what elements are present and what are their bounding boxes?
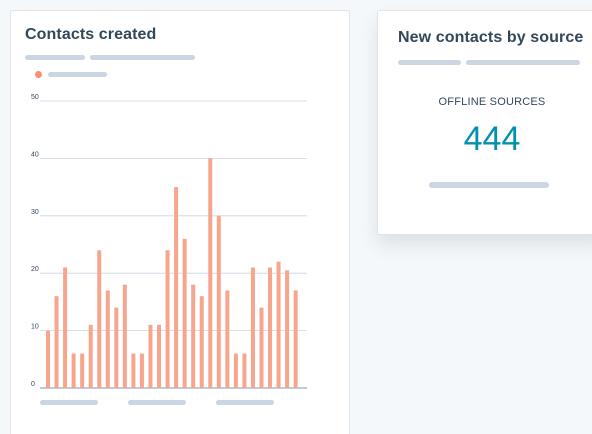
x-axis-label-placeholder <box>216 400 274 405</box>
bar[interactable] <box>131 353 136 388</box>
bar[interactable] <box>208 158 213 388</box>
bar[interactable] <box>165 250 170 388</box>
bar[interactable] <box>182 238 187 388</box>
y-tick-label: 30 <box>31 209 39 216</box>
bar[interactable] <box>54 296 59 388</box>
bar[interactable] <box>114 307 119 388</box>
bar[interactable] <box>276 261 281 388</box>
bar[interactable] <box>71 353 76 388</box>
bar[interactable] <box>122 284 127 388</box>
bar[interactable] <box>46 330 50 388</box>
bar[interactable] <box>242 353 247 388</box>
bar[interactable] <box>80 353 85 388</box>
contacts-created-card: Contacts created 0 10 20 30 40 50 <box>10 10 350 434</box>
placeholder-bar <box>429 182 549 188</box>
x-axis-label-placeholder <box>40 400 98 405</box>
bar[interactable] <box>63 267 68 388</box>
contacts-bar-chart: 0 10 20 30 40 50 <box>31 94 307 389</box>
bar[interactable] <box>88 324 93 388</box>
bar[interactable] <box>225 290 230 388</box>
bar[interactable] <box>259 307 264 388</box>
placeholder-bar <box>466 60 580 65</box>
dashboard: Contacts created 0 10 20 30 40 50 New contact… <box>0 0 592 434</box>
y-tick-label: 10 <box>31 324 39 331</box>
placeholder-bar <box>398 60 461 65</box>
bar[interactable] <box>216 215 221 388</box>
bar[interactable] <box>105 290 110 388</box>
y-tick-label: 50 <box>31 94 39 101</box>
bar[interactable] <box>285 270 290 388</box>
bar[interactable] <box>233 353 238 388</box>
new-contacts-by-source-card: New contacts by source OFFLINE SOURCES 4… <box>377 10 592 235</box>
bar[interactable] <box>268 267 273 388</box>
kpi-label: OFFLINE SOURCES <box>438 96 546 108</box>
y-tick-label: 0 <box>31 381 35 388</box>
bar[interactable] <box>199 296 204 388</box>
bar[interactable] <box>293 290 298 388</box>
bar[interactable] <box>139 353 144 388</box>
bar[interactable] <box>97 250 102 388</box>
bar[interactable] <box>174 187 179 388</box>
bar[interactable] <box>250 267 255 388</box>
kpi-value: 444 <box>463 120 521 158</box>
y-tick-label: 20 <box>31 266 39 273</box>
y-tick-label: 40 <box>31 151 39 158</box>
x-axis-label-placeholder <box>128 400 186 405</box>
card-title: New contacts by source <box>398 29 584 46</box>
bar[interactable] <box>191 284 196 388</box>
bar[interactable] <box>157 324 162 388</box>
bar[interactable] <box>148 324 153 388</box>
